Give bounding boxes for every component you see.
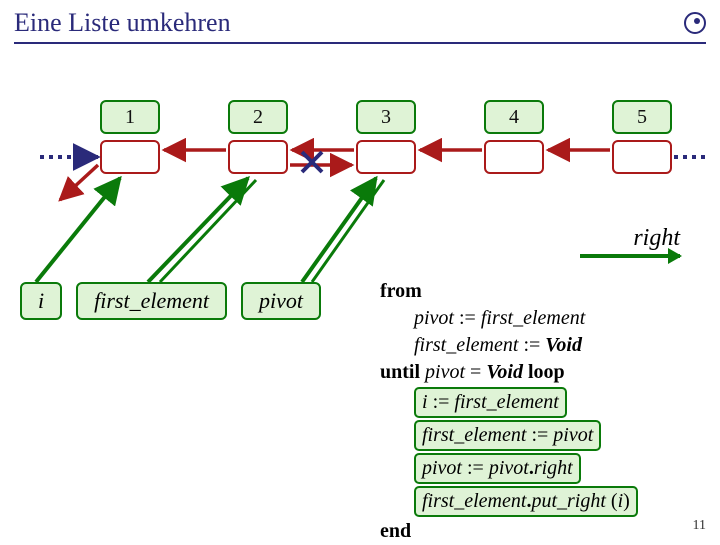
data-cell-5: 5 <box>612 100 672 134</box>
slide-title: Eine Liste umkehren <box>14 8 231 38</box>
hl-line-fe: first_element := pivot <box>414 420 601 451</box>
code-text: := <box>518 334 545 356</box>
hl-line-pivot: pivot := pivot.right <box>414 453 581 484</box>
code-text: first_element <box>454 391 558 413</box>
var-first-element: first_element <box>76 282 227 320</box>
code-text: pivot <box>414 307 454 329</box>
data-cell-2: 2 <box>228 100 288 134</box>
code-text: pivot <box>489 457 529 479</box>
link-cell-1 <box>100 140 160 174</box>
code-text: Void <box>486 361 523 383</box>
code-text: Void <box>545 334 582 356</box>
code-text: ) <box>623 490 630 512</box>
code-text: first_element <box>414 334 518 356</box>
data-cell-4: 4 <box>484 100 544 134</box>
kw-loop: loop <box>523 361 565 383</box>
code-text: := <box>428 391 455 413</box>
code-text: first_element <box>422 490 526 512</box>
code-text: pivot <box>422 457 462 479</box>
code-text: first_element <box>422 424 526 446</box>
kw-until: until <box>380 361 425 383</box>
code-text: := <box>462 457 489 479</box>
link-cell-5 <box>612 140 672 174</box>
link-cell-3 <box>356 140 416 174</box>
right-field-arrow <box>580 254 680 258</box>
variable-boxes: i first_element pivot <box>20 282 321 320</box>
code-text: first_element <box>481 307 585 329</box>
title-underline <box>14 42 706 44</box>
hl-line-i: i := first_element <box>414 387 567 418</box>
kw-from: from <box>380 280 422 302</box>
code-text: pivot <box>553 424 593 446</box>
code-text: := <box>526 424 553 446</box>
code-text: ( <box>606 490 618 512</box>
hl-line-putright: first_element.put_right (i) <box>414 486 638 517</box>
pseudocode-block: from pivot := first_element first_elemen… <box>380 278 638 545</box>
data-cell-1: 1 <box>100 100 160 134</box>
code-text: right <box>534 457 573 479</box>
data-cell-3: 3 <box>356 100 416 134</box>
page-number: 11 <box>693 518 706 534</box>
code-text: := <box>454 307 481 329</box>
kw-end: end <box>380 520 411 542</box>
link-cell-4 <box>484 140 544 174</box>
code-text: pivot <box>425 361 465 383</box>
link-cell-2 <box>228 140 288 174</box>
linked-list-diagram: 1 2 3 4 5 <box>0 100 720 200</box>
code-text: = <box>465 361 486 383</box>
code-text: put_right <box>531 490 605 512</box>
var-pivot: pivot <box>241 282 321 320</box>
var-i: i <box>20 282 62 320</box>
logo-icon <box>684 12 706 34</box>
